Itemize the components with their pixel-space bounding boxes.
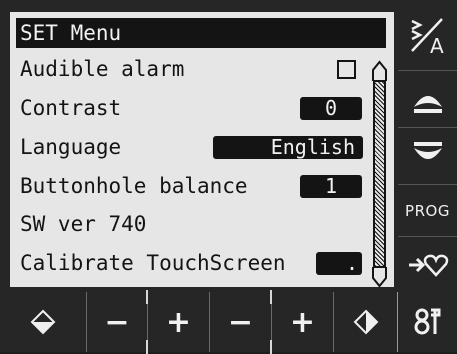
tick-mark (270, 290, 272, 304)
buttonhole-balance-label: Buttonhole balance (20, 174, 248, 198)
prog-label: PROG (405, 201, 450, 220)
diamond-right-icon (353, 309, 378, 335)
tools-button[interactable] (397, 292, 457, 352)
contrast-row[interactable]: Contrast 0 (20, 92, 365, 124)
calibrate-touchscreen-row[interactable]: Calibrate TouchScreen . (20, 247, 365, 279)
calibrate-touchscreen-label: Calibrate TouchScreen (20, 251, 286, 275)
bottom-toolbar: − + − + (0, 290, 457, 354)
scroll-up-button[interactable] (398, 70, 457, 127)
prog-button[interactable]: PROG (398, 184, 457, 236)
decrease-1-button[interactable]: − (86, 292, 147, 352)
buttonhole-balance-value[interactable]: 1 (300, 175, 362, 198)
text-edit-button[interactable]: A (398, 0, 457, 70)
diamond-right-button[interactable] (333, 292, 397, 352)
scrollbar-track[interactable] (373, 80, 386, 268)
diamond-down-button[interactable] (0, 292, 86, 352)
scroll-down-button[interactable] (398, 127, 457, 184)
audible-alarm-checkbox[interactable] (337, 60, 356, 79)
arrow-heart-icon (408, 254, 448, 277)
lcd-display: SET Menu Audible alarm Contrast 0 Langua… (10, 12, 394, 288)
software-version-row: SW ver 740 (20, 208, 365, 240)
tick-mark (146, 290, 148, 304)
calibrate-touchscreen-button[interactable]: . (316, 252, 362, 275)
scroll-down-arrow-icon[interactable] (371, 266, 388, 288)
scroll-down-icon (413, 142, 442, 159)
increase-2-button[interactable]: + (271, 292, 333, 352)
audible-alarm-row[interactable]: Audible alarm (20, 53, 365, 85)
scroll-up-icon (413, 96, 442, 113)
language-label: Language (20, 135, 122, 159)
contrast-label: Contrast (20, 96, 122, 120)
menu-title: SET Menu (16, 18, 386, 48)
scroll-up-arrow-icon[interactable] (371, 60, 388, 82)
audible-alarm-label: Audible alarm (20, 57, 185, 81)
sewing-machine-screen: SET Menu Audible alarm Contrast 0 Langua… (0, 0, 457, 354)
decrease-2-button[interactable]: − (209, 292, 271, 352)
buttonhole-balance-row[interactable]: Buttonhole balance 1 (20, 170, 365, 202)
diamond-down-icon (30, 309, 56, 335)
language-row[interactable]: Language English (20, 131, 365, 163)
tools-icon (414, 308, 440, 335)
svg-text:A: A (430, 34, 444, 57)
language-value[interactable]: English (213, 136, 363, 159)
software-version-label: SW ver 740 (20, 212, 147, 236)
increase-1-button[interactable]: + (147, 292, 209, 352)
save-to-favorites-button[interactable] (398, 236, 457, 292)
contrast-value[interactable]: 0 (300, 97, 362, 120)
menu-scrollbar[interactable] (371, 60, 388, 288)
text-edit-icon: A (410, 18, 444, 57)
